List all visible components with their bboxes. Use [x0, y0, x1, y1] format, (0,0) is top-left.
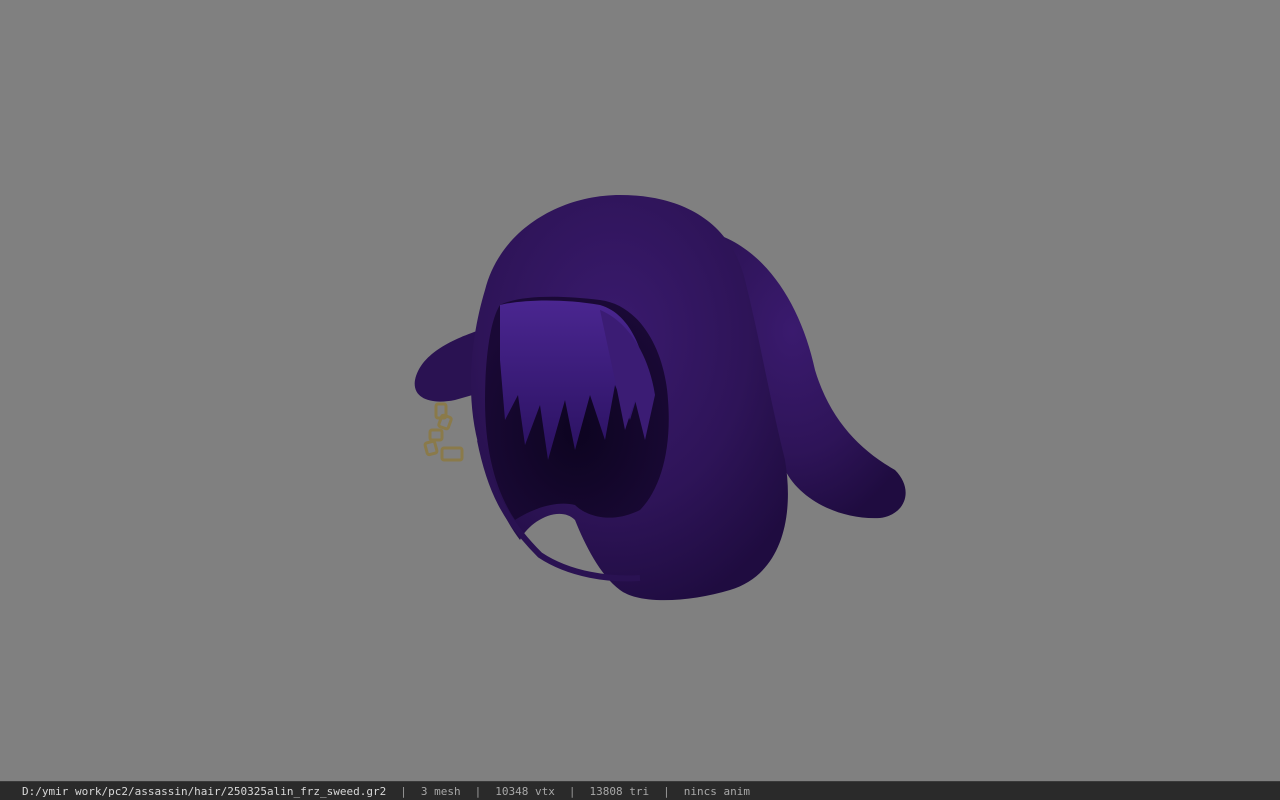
- status-bar: D:/ymir work/pc2/assassin/hair/250325ali…: [0, 781, 1280, 800]
- model-render: [414, 195, 906, 601]
- mesh-count: 3 mesh: [420, 784, 461, 798]
- file-path: D:/ymir work/pc2/assassin/hair/250325ali…: [22, 784, 387, 798]
- 3d-viewport[interactable]: [0, 0, 1280, 781]
- separator: |: [568, 784, 576, 798]
- chain-ornament: [423, 402, 464, 462]
- separator: |: [663, 784, 670, 798]
- triangle-count: 13808 tri: [589, 784, 650, 798]
- anim-status: nincs anim: [683, 784, 750, 798]
- separator: |: [400, 784, 407, 798]
- vertex-count: 10348 vtx: [495, 784, 555, 798]
- separator: |: [474, 784, 482, 798]
